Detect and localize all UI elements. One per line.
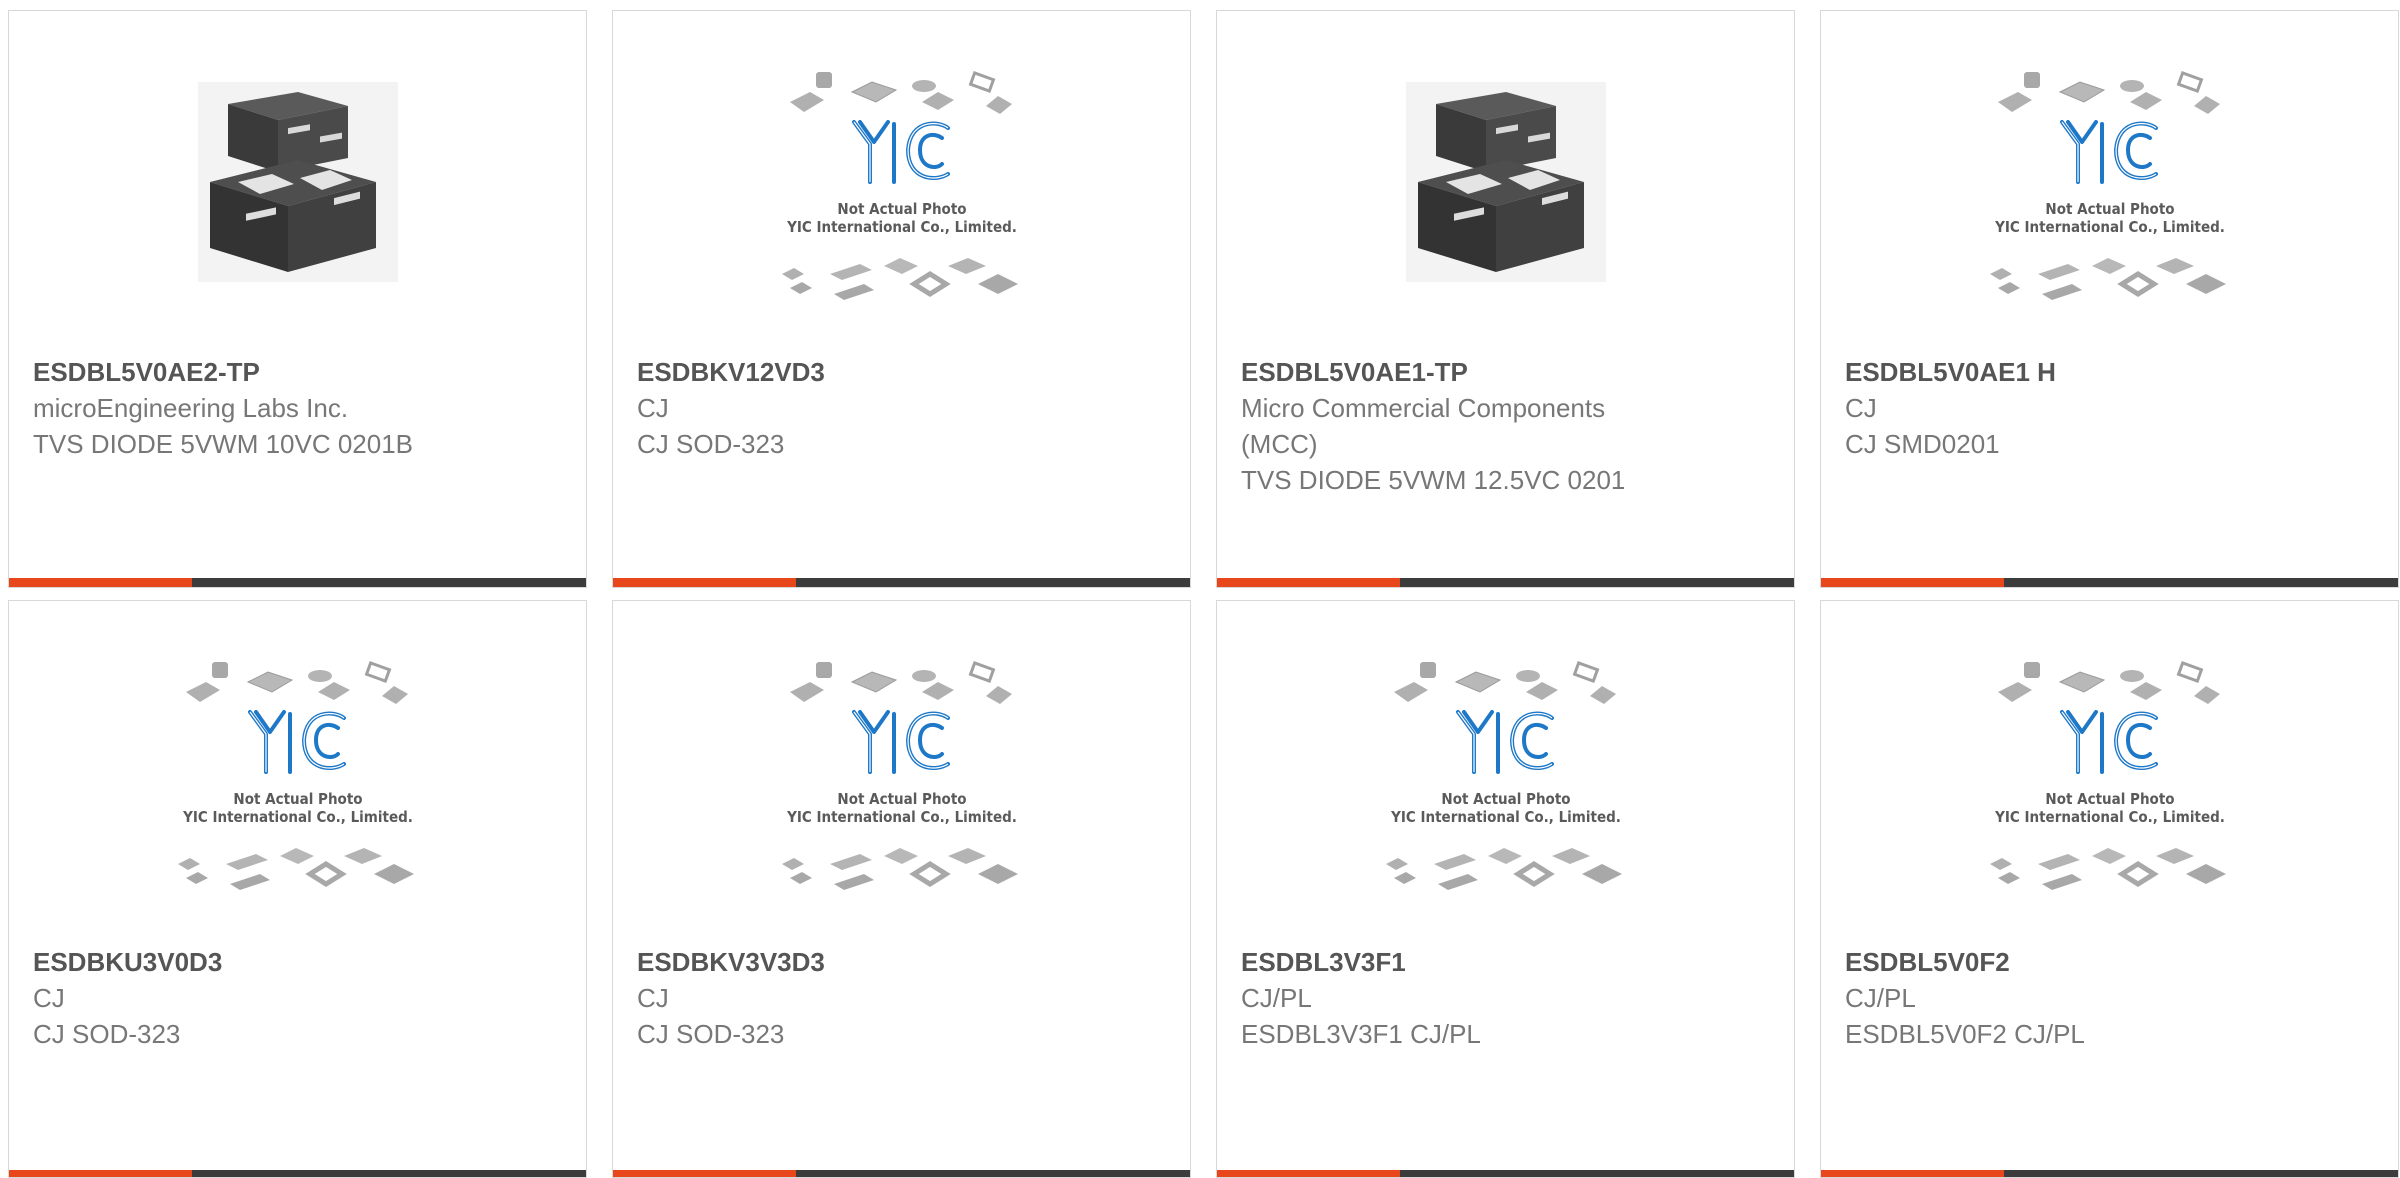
part-number[interactable]: ESDBL5V0F2 [1845,944,2374,980]
part-number[interactable]: ESDBKV12VD3 [637,354,1166,390]
manufacturer: CJ/PL [1845,983,1916,1013]
svg-text:YIC International Co., Limited: YIC International Co., Limited. [786,808,1017,826]
product-card[interactable]: Not Actual Photo YIC International Co., … [1216,600,1795,1178]
part-number[interactable]: ESDBKV3V3D3 [637,944,1166,980]
svg-text:YIC International Co., Limited: YIC International Co., Limited. [1390,808,1621,826]
product-card[interactable]: Not Actual Photo YIC International Co., … [612,10,1191,588]
manufacturer: CJ/PL [1241,983,1312,1013]
product-image[interactable]: Not Actual Photo YIC International Co., … [613,11,1190,353]
svg-text:Not Actual Photo: Not Actual Photo [1441,790,1570,808]
description: ESDBL5V0F2 CJ/PL [1845,1019,2085,1049]
product-card[interactable]: Not Actual Photo YIC International Co., … [1820,10,2399,588]
product-image[interactable]: Not Actual Photo YIC International Co., … [1821,601,2398,943]
svg-text:YIC International Co., Limited: YIC International Co., Limited. [786,218,1017,236]
product-image[interactable] [9,11,586,353]
yic-placeholder-icon: Not Actual Photo YIC International Co., … [772,652,1032,892]
svg-text:Not Actual Photo: Not Actual Photo [2045,790,2174,808]
product-image[interactable]: Not Actual Photo YIC International Co., … [1821,11,2398,353]
manufacturer: CJ [637,983,669,1013]
card-accent-bar [613,1170,1190,1177]
part-number[interactable]: ESDBL5V0AE1 H [1845,354,2374,390]
svg-text:YIC International Co., Limited: YIC International Co., Limited. [1994,218,2225,236]
yic-placeholder-icon: Not Actual Photo YIC International Co., … [772,62,1032,302]
product-card[interactable]: Not Actual Photo YIC International Co., … [1820,600,2399,1178]
manufacturer: CJ [33,983,65,1013]
part-number[interactable]: ESDBL3V3F1 [1241,944,1770,980]
part-number[interactable]: ESDBL5V0AE2-TP [33,354,562,390]
description: CJ SOD-323 [33,1019,181,1049]
description: CJ SOD-323 [637,429,785,459]
chip-photo-icon [1405,82,1606,282]
product-card[interactable]: Not Actual Photo YIC International Co., … [8,600,587,1178]
card-accent-bar [1217,1170,1794,1177]
svg-text:Not Actual Photo: Not Actual Photo [2045,200,2174,218]
yic-placeholder-icon: Not Actual Photo YIC International Co., … [1980,62,2240,302]
yic-placeholder-icon: Not Actual Photo YIC International Co., … [1980,652,2240,892]
part-number[interactable]: ESDBKU3V0D3 [33,944,562,980]
yic-placeholder-icon: Not Actual Photo YIC International Co., … [168,652,428,892]
card-accent-bar [1821,1170,2398,1177]
svg-text:Not Actual Photo: Not Actual Photo [837,200,966,218]
product-card[interactable]: ESDBL5V0AE1-TP Micro Commercial Componen… [1216,10,1795,588]
svg-text:YIC International Co., Limited: YIC International Co., Limited. [1994,808,2225,826]
svg-text:Not Actual Photo: Not Actual Photo [233,790,362,808]
svg-text:Not Actual Photo: Not Actual Photo [837,790,966,808]
card-accent-bar [9,1170,586,1177]
product-image[interactable]: Not Actual Photo YIC International Co., … [9,601,586,943]
manufacturer: CJ [1845,393,1877,423]
svg-text:YIC International Co., Limited: YIC International Co., Limited. [182,808,413,826]
manufacturer: CJ [637,393,669,423]
card-accent-bar [613,578,1190,587]
description: ESDBL3V3F1 CJ/PL [1241,1019,1481,1049]
card-accent-bar [1217,578,1794,587]
manufacturer: microEngineering Labs Inc. [33,393,349,423]
product-image[interactable]: Not Actual Photo YIC International Co., … [613,601,1190,943]
product-grid: ESDBL5V0AE2-TP microEngineering Labs Inc… [8,10,2399,1178]
description: CJ SMD0201 [1845,429,2000,459]
chip-photo-icon [197,82,398,282]
card-accent-bar [9,578,586,587]
part-number[interactable]: ESDBL5V0AE1-TP [1241,354,1770,390]
manufacturer: Micro Commercial Components (MCC) [1241,393,1606,459]
product-card[interactable]: Not Actual Photo YIC International Co., … [612,600,1191,1178]
product-card[interactable]: ESDBL5V0AE2-TP microEngineering Labs Inc… [8,10,587,588]
product-image[interactable] [1217,11,1794,353]
description: TVS DIODE 5VWM 12.5VC 0201 [1241,465,1626,495]
description: TVS DIODE 5VWM 10VC 0201B [33,429,414,459]
product-image[interactable]: Not Actual Photo YIC International Co., … [1217,601,1794,943]
description: CJ SOD-323 [637,1019,785,1049]
yic-placeholder-icon: Not Actual Photo YIC International Co., … [1376,652,1636,892]
card-accent-bar [1821,578,2398,587]
